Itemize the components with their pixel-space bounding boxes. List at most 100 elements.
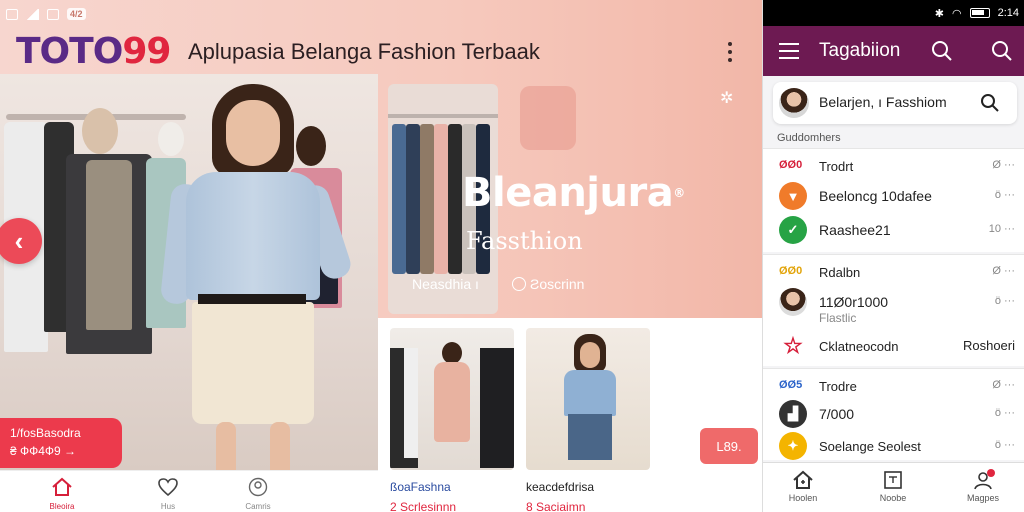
list-item-title: Cklatneocodn [819, 339, 899, 354]
list-group: ØØ0 Trodrt Ø ··· ▼ Beeloncg 10dafee ö ··… [763, 148, 1024, 252]
menu-icon[interactable] [779, 43, 799, 59]
product-card[interactable] [390, 328, 514, 470]
list-item[interactable]: ØØ5 Trodre Ø ··· [763, 369, 1024, 399]
list-item-subtitle: Flastlic [819, 311, 857, 325]
list-item-meta[interactable]: Ø ··· [992, 265, 1015, 277]
bluetooth-icon: ✱ [934, 7, 944, 20]
group-badge: ØØ0 [779, 159, 803, 171]
price-chip[interactable]: L89. [700, 428, 758, 464]
nav-home-label: Bleoira [49, 502, 75, 511]
chevron-left-icon: ‹ [14, 225, 24, 256]
product-list: ßoaFashna 2 Scrlesinnn keacdefdrisa 8 Sa… [378, 318, 762, 512]
list-item-meta[interactable]: ö ··· [995, 407, 1015, 419]
heart-icon [158, 478, 178, 497]
nav-messages[interactable]: Magpes [953, 469, 1013, 503]
avatar [779, 88, 809, 118]
product-price: 2 Scrlesinnn [390, 500, 457, 512]
search-text: Belarjen, ı Fasshiom [819, 94, 947, 110]
status-bar: 4/2 [6, 4, 86, 24]
nav-account[interactable]: Camris [228, 477, 288, 511]
bulb-icon: ✦ [779, 432, 807, 460]
list-item-title: Trodrt [819, 159, 854, 174]
search-field[interactable]: Belarjen, ı Fasshiom [773, 82, 1017, 124]
list-item[interactable]: ☆ Cklatneocodn Roshoeri [763, 329, 1024, 363]
notes-icon [884, 471, 902, 489]
app-bar-title: Tagabiion [819, 40, 901, 61]
nav-messages-label: Magpes [966, 493, 1000, 503]
promo-badge[interactable]: 1/fosBasodra ₴ ФФ4Ф9 → [0, 418, 122, 468]
wifi-icon: ◠ [951, 7, 962, 20]
battery-icon [969, 8, 990, 18]
list-item[interactable]: ▟ 7/000 ö ··· [763, 397, 1024, 431]
garment [86, 160, 132, 330]
logo-part2: 99 [122, 31, 171, 72]
bag-icon: ▟ [779, 400, 807, 428]
signal-icon [26, 8, 39, 20]
home-icon [793, 470, 813, 489]
logo-part1: TOTO [16, 31, 123, 72]
nav-favorites[interactable]: Hus [138, 477, 198, 511]
list-item-meta[interactable]: Ø ··· [992, 379, 1015, 391]
promo-line2: ₴ ФФ4Ф9 → [10, 444, 77, 458]
banner-title: Bleanjura® [462, 170, 685, 216]
list-item[interactable]: ✓ Raashee21 10 ··· [763, 213, 1024, 247]
search-icon[interactable] [929, 38, 955, 64]
group-badge: ØØ0 [779, 265, 803, 277]
status-bar: ✱ ◠ 2:14 [763, 0, 1024, 26]
notification-dot [987, 469, 995, 477]
nav-home-label: Hoolen [788, 493, 818, 503]
list-item[interactable]: ØØ0 Rdalbn Ø ··· [763, 255, 1024, 285]
sparkle-icon: ✲ [720, 90, 734, 107]
leaf-icon: ✓ [779, 216, 807, 244]
clock: 2:14 [997, 7, 1019, 19]
discount-icon [512, 277, 526, 291]
banner-tag-left[interactable]: Neasdhia ı [412, 276, 479, 292]
promo-line1: 1/fosBasodra [10, 426, 81, 440]
nav-favorites-label: Hus [160, 502, 176, 511]
list-group: ØØ5 Trodre Ø ··· ▟ 7/000 ö ··· ✦ Soelang… [763, 368, 1024, 460]
product-card[interactable] [526, 328, 650, 470]
list-item-meta[interactable]: ö ··· [995, 439, 1015, 451]
list-item-meta[interactable]: ö ··· [995, 189, 1015, 201]
list-item-title: 11Ø0r1000 [819, 294, 889, 310]
more-options-icon[interactable] [724, 40, 736, 64]
product-name[interactable]: ßoaFashna [390, 480, 451, 494]
search-icon[interactable] [979, 92, 1001, 114]
banner-subtitle: Fassthion [466, 227, 583, 255]
star-icon: ☆ [779, 332, 807, 360]
model-photo [159, 80, 355, 470]
nav-home[interactable]: Hoolen [773, 469, 833, 503]
list-item-meta[interactable]: 10 ··· [989, 223, 1015, 235]
app-logo[interactable]: TOTO99 [16, 31, 171, 72]
wall-decor [520, 86, 576, 150]
list-item[interactable]: ØØ0 Trodrt Ø ··· [763, 149, 1024, 179]
banner-tag-right[interactable]: Ƨoscrinn [512, 276, 584, 292]
bottom-navigation: Hoolen Noobe Magpes [763, 462, 1024, 512]
play-icon: ▼ [779, 182, 807, 210]
avatar [779, 288, 807, 316]
list-item[interactable]: ✦ Soelange Seolest ö ··· [763, 429, 1024, 461]
bottom-navigation: Bleoira Hus Camris [0, 470, 378, 512]
list-item[interactable]: 11Ø0r1000 Flastlic ö ··· [763, 285, 1024, 329]
list-item-title: Rdalbn [819, 265, 861, 280]
list-item[interactable]: ▼ Beeloncg 10dafee ö ··· [763, 179, 1024, 213]
nav-account-label: Camris [245, 502, 271, 511]
nav-notes[interactable]: Noobe [863, 469, 923, 503]
shopping-app: 4/2 TOTO99 Aplupasia Belanga Fashion Ter… [0, 0, 762, 512]
screen: 4/2 TOTO99 Aplupasia Belanga Fashion Ter… [0, 0, 1024, 512]
list-item-action[interactable]: Roshoeri [963, 338, 1015, 353]
nav-home[interactable]: Bleoira [32, 477, 92, 511]
side-panel-app: ✱ ◠ 2:14 Tagabiion Belarjen, ı Fasshiom … [762, 0, 1024, 512]
list-item-title: Trodre [819, 379, 857, 394]
list-item-meta[interactable]: ö ··· [995, 295, 1015, 307]
list-item-title: 7/000 [819, 406, 855, 422]
hero-image[interactable] [0, 74, 378, 470]
user-icon [248, 477, 268, 497]
mannequin [82, 108, 118, 154]
search-icon[interactable] [989, 38, 1015, 64]
list-item-meta[interactable]: Ø ··· [992, 159, 1015, 171]
app-title: Aplupasia Belanga Fashion Terbaak [188, 39, 540, 64]
list-item-title: Raashee21 [819, 222, 891, 238]
product-name[interactable]: keacdefdrisa [526, 480, 594, 494]
message-icon [47, 8, 59, 20]
